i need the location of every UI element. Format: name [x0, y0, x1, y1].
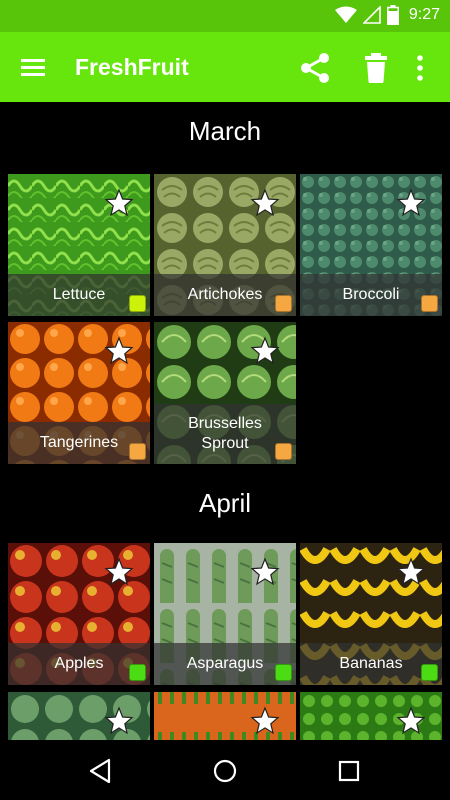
back-button[interactable]: [84, 754, 118, 788]
produce-tile-bananas[interactable]: Bananas: [300, 543, 442, 685]
section-header-april: April: [198, 488, 251, 518]
system-nav-bar: [0, 740, 450, 800]
star-icon[interactable]: [396, 188, 426, 218]
home-icon: [213, 759, 237, 783]
produce-tile-artichokes[interactable]: Artichokes: [154, 174, 296, 316]
star-icon[interactable]: [396, 706, 426, 736]
star-icon[interactable]: [104, 706, 134, 736]
more-vert-icon: [417, 55, 423, 81]
produce-tile-asparagus[interactable]: Asparagus: [154, 543, 296, 685]
more-options-button[interactable]: [410, 50, 430, 86]
produce-tile-carrots[interactable]: [154, 692, 296, 740]
status-time: 9:27: [408, 6, 440, 23]
app-bar: FreshFruit: [0, 32, 450, 102]
produce-tile-parsley[interactable]: [300, 692, 442, 740]
section-header-march: March: [188, 116, 262, 146]
season-indicator: [275, 664, 292, 681]
star-icon[interactable]: [250, 706, 280, 736]
season-indicator: [421, 295, 438, 312]
battery-icon: [386, 5, 399, 25]
season-indicator: [275, 443, 292, 460]
star-icon[interactable]: [250, 188, 280, 218]
wifi-icon: [334, 6, 357, 23]
season-indicator: [129, 664, 146, 681]
trash-icon: [365, 53, 387, 83]
app-title: FreshFruit: [75, 54, 189, 80]
season-indicator: [129, 443, 146, 460]
recents-button[interactable]: [332, 754, 366, 788]
delete-button[interactable]: [358, 50, 394, 86]
recents-icon: [338, 760, 360, 782]
menu-icon: [21, 59, 45, 76]
produce-tile-apples[interactable]: Apples: [8, 543, 150, 685]
produce-tile-lettuce[interactable]: Lettuce: [8, 174, 150, 316]
star-icon[interactable]: [104, 336, 134, 366]
cell-signal-icon: [362, 6, 381, 24]
season-indicator: [421, 664, 438, 681]
back-icon: [89, 758, 111, 784]
season-indicator: [275, 295, 292, 312]
status-bar: 9:27: [0, 0, 450, 32]
produce-tile-tangerines[interactable]: Tangerines: [8, 322, 150, 464]
star-icon[interactable]: [250, 557, 280, 587]
produce-tile-cabbage[interactable]: [8, 692, 150, 740]
produce-tile-broccoli[interactable]: Broccoli: [300, 174, 442, 316]
share-button[interactable]: [297, 50, 333, 86]
star-icon[interactable]: [250, 336, 280, 366]
produce-list[interactable]: March Lettuce Artichokes Broccoli Tanger…: [0, 102, 450, 740]
produce-tile-brussels-sprout[interactable]: Brusselles Sprout: [154, 322, 296, 464]
star-icon[interactable]: [104, 557, 134, 587]
season-indicator: [129, 295, 146, 312]
star-icon[interactable]: [104, 188, 134, 218]
menu-button[interactable]: [18, 54, 50, 82]
status-icons: 9:27: [334, 5, 440, 25]
share-icon: [301, 53, 329, 83]
home-button[interactable]: [208, 754, 242, 788]
star-icon[interactable]: [396, 557, 426, 587]
